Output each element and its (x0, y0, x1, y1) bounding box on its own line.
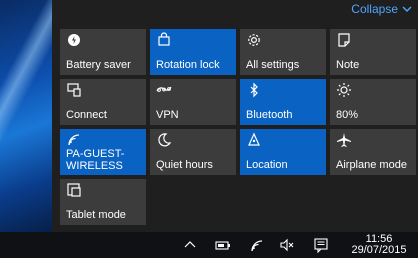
tile-all-settings[interactable]: All settings (240, 29, 326, 75)
tile-location[interactable]: Location (240, 129, 326, 175)
tile-battery-saver[interactable]: Battery saver (60, 29, 146, 75)
moon-icon (156, 132, 172, 148)
tile-brightness[interactable]: 80% (330, 79, 416, 125)
tile-vpn[interactable]: VPN (150, 79, 236, 125)
tile-connect[interactable]: Connect (60, 79, 146, 125)
tile-bluetooth[interactable]: Bluetooth (240, 79, 326, 125)
tile-tablet-mode[interactable]: Tablet mode (60, 179, 146, 225)
tile-rotation-lock[interactable]: Rotation lock (150, 29, 236, 75)
location-icon (246, 132, 262, 148)
tile-note[interactable]: Note (330, 29, 416, 75)
taskbar: 11:56 29/07/2015 (0, 232, 418, 258)
gear-icon (246, 32, 262, 48)
tile-label: Quiet hours (156, 159, 213, 171)
collapse-button[interactable]: Collapse (351, 2, 413, 16)
chevron-up-icon[interactable] (182, 237, 198, 253)
tile-label: Bluetooth (246, 109, 293, 121)
note-icon (336, 32, 352, 48)
brightness-icon (336, 82, 352, 98)
clock-date: 29/07/2015 (351, 244, 407, 256)
chevron-down-icon (401, 3, 413, 15)
tile-label: Rotation lock (156, 59, 220, 71)
tile-label: Tablet mode (66, 209, 126, 221)
connect-icon (66, 82, 82, 98)
vpn-icon (156, 82, 172, 98)
collapse-label: Collapse (351, 2, 398, 16)
speaker-muted-icon[interactable] (279, 237, 295, 253)
tile-label: All settings (246, 59, 300, 71)
tile-label: Connect (66, 109, 107, 121)
clock[interactable]: 11:56 29/07/2015 (344, 234, 414, 256)
desktop-wallpaper (0, 0, 60, 232)
battery-icon[interactable] (215, 237, 231, 253)
tile-quiet-hours[interactable]: Quiet hours (150, 129, 236, 175)
wifi-icon (66, 132, 82, 148)
tile-label: PA-GUEST- WIRELESS (66, 148, 125, 172)
tile-label: Airplane mode (336, 159, 407, 171)
tile-label: 80% (336, 109, 359, 121)
tile-label: Battery saver (66, 59, 131, 71)
tile-label: Location (246, 159, 288, 171)
tile-label: VPN (156, 109, 179, 121)
tablet-mode-icon (66, 182, 82, 198)
airplane-icon (336, 132, 352, 148)
action-center-icon[interactable] (313, 237, 329, 253)
battery-saver-icon (66, 32, 82, 48)
rotation-lock-icon (156, 32, 172, 48)
bluetooth-icon (246, 82, 262, 98)
tile-label: Note (336, 59, 360, 71)
tile-airplane-mode[interactable]: Airplane mode (330, 129, 416, 175)
action-center-panel: Collapse Battery saver Rotation lock All… (52, 0, 418, 232)
tile-wifi[interactable]: PA-GUEST- WIRELESS (60, 129, 146, 175)
screen: Collapse Battery saver Rotation lock All… (0, 0, 418, 258)
wifi-icon[interactable] (249, 237, 265, 253)
